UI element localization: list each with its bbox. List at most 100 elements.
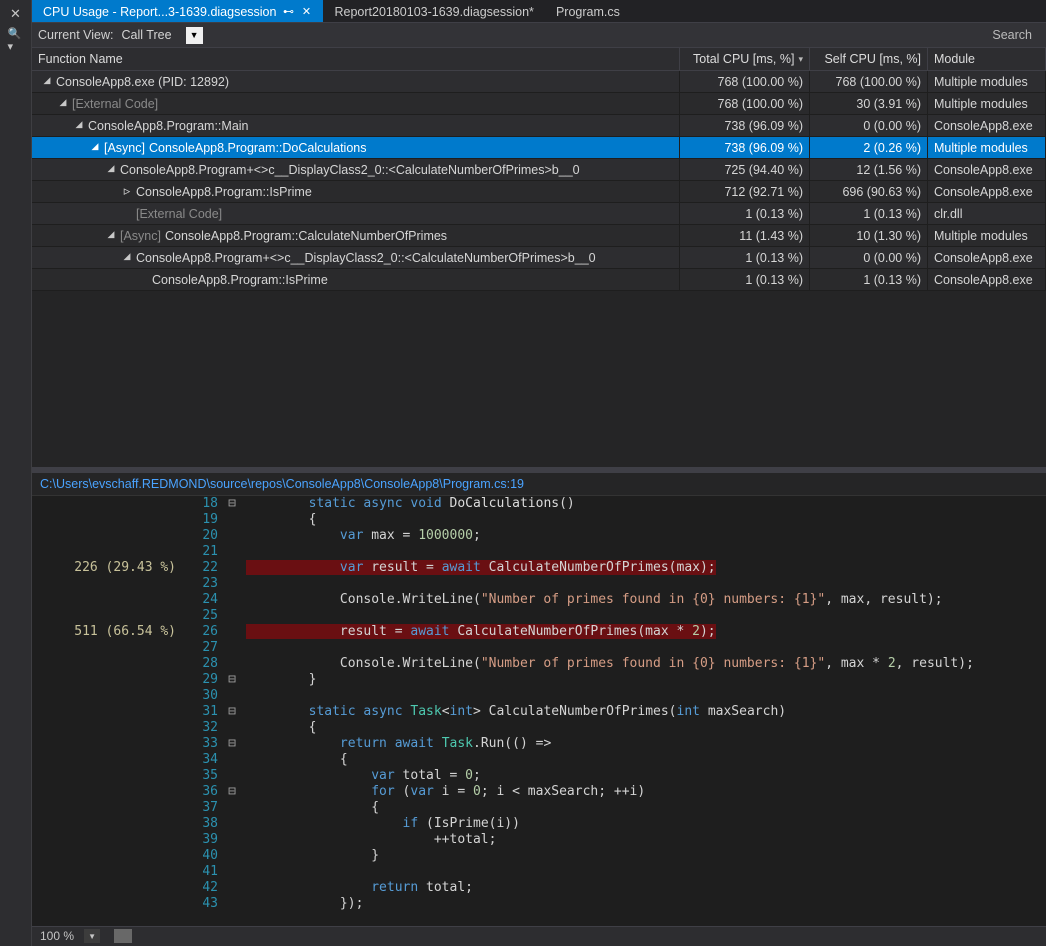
code-line[interactable]: var result = await CalculateNumberOfPrim… <box>246 560 1046 576</box>
code-line[interactable] <box>246 640 1046 656</box>
code-line[interactable]: Console.WriteLine("Number of primes foun… <box>246 656 1046 672</box>
table-row[interactable]: [Async] ConsoleApp8.Program::CalculateNu… <box>32 225 1046 247</box>
cell-c1: 738 (96.09 %) <box>680 115 810 136</box>
line-number: 37 <box>184 800 218 816</box>
code-line[interactable]: } <box>246 672 1046 688</box>
cpu-annotation <box>32 512 176 528</box>
tab-1[interactable]: Report20180103-1639.diagsession* <box>323 0 544 22</box>
code-line[interactable]: } <box>246 848 1046 864</box>
horizontal-scroll-thumb[interactable] <box>114 929 132 943</box>
col-self-cpu[interactable]: Self CPU [ms, %] <box>810 48 928 70</box>
cpu-annotation <box>32 720 176 736</box>
zoom-level[interactable]: 100 % <box>40 929 74 943</box>
line-number: 28 <box>184 656 218 672</box>
tab-0[interactable]: CPU Usage - Report...3-1639.diagsession⊷… <box>32 0 323 22</box>
cell-function: [External Code] <box>32 203 680 224</box>
cpu-annotation <box>32 592 176 608</box>
fn-name: [External Code] <box>72 97 158 111</box>
table-row[interactable]: ConsoleApp8.exe (PID: 12892)768 (100.00 … <box>32 71 1046 93</box>
close-icon[interactable]: ✕ <box>8 6 24 22</box>
chevron-down-icon[interactable]: ▼ <box>186 27 203 44</box>
code-line[interactable]: { <box>246 800 1046 816</box>
collapse-icon[interactable] <box>42 76 52 86</box>
cell-function: ConsoleApp8.exe (PID: 12892) <box>32 71 680 92</box>
code-line[interactable]: static async void DoCalculations() <box>246 496 1046 512</box>
close-icon[interactable]: ✕ <box>300 5 312 18</box>
pin-icon[interactable]: ⊷ <box>282 5 294 18</box>
grid-empty-area <box>32 291 1046 466</box>
code-line[interactable] <box>246 864 1046 880</box>
search-icon[interactable]: 🔍▾ <box>8 32 24 48</box>
table-row[interactable]: [External Code]768 (100.00 %)30 (3.91 %)… <box>32 93 1046 115</box>
table-row[interactable]: ConsoleApp8.Program::IsPrime712 (92.71 %… <box>32 181 1046 203</box>
collapse-icon[interactable] <box>74 120 84 130</box>
code-line[interactable]: static async Task<int> CalculateNumberOf… <box>246 704 1046 720</box>
code-line[interactable]: for (var i = 0; i < maxSearch; ++i) <box>246 784 1046 800</box>
table-row[interactable]: ConsoleApp8.Program+<>c__DisplayClass2_0… <box>32 247 1046 269</box>
cpu-annotation <box>32 656 176 672</box>
expand-icon[interactable] <box>122 186 132 196</box>
code-line[interactable]: if (IsPrime(i)) <box>246 816 1046 832</box>
fold-spacer <box>222 720 242 736</box>
code-line[interactable] <box>246 576 1046 592</box>
collapse-icon[interactable] <box>106 164 116 174</box>
fn-prefix: [Async] <box>104 141 145 155</box>
fold-toggle-icon[interactable]: ⊟ <box>222 672 242 688</box>
fold-spacer <box>222 864 242 880</box>
cell-function: [External Code] <box>32 93 680 114</box>
line-number: 38 <box>184 816 218 832</box>
fold-gutter: ⊟ ⊟ ⊟ ⊟ ⊟ <box>222 496 242 926</box>
fold-toggle-icon[interactable]: ⊟ <box>222 704 242 720</box>
fold-spacer <box>222 880 242 896</box>
fn-name: ConsoleApp8.Program+<>c__DisplayClass2_0… <box>120 163 580 177</box>
cell-c3: Multiple modules <box>928 225 1046 246</box>
fn-name: ConsoleApp8.Program::DoCalculations <box>149 141 366 155</box>
col-function-name[interactable]: Function Name <box>32 48 680 70</box>
fold-toggle-icon[interactable]: ⊟ <box>222 736 242 752</box>
code-line[interactable]: return await Task.Run(() => <box>246 736 1046 752</box>
table-row[interactable]: ConsoleApp8.Program+<>c__DisplayClass2_0… <box>32 159 1046 181</box>
collapse-icon[interactable] <box>106 230 116 240</box>
table-row[interactable]: ConsoleApp8.Program::IsPrime1 (0.13 %)1 … <box>32 269 1046 291</box>
cell-c2: 696 (90.63 %) <box>810 181 928 202</box>
code-line[interactable]: var total = 0; <box>246 768 1046 784</box>
code-line[interactable] <box>246 608 1046 624</box>
collapse-icon[interactable] <box>122 252 132 262</box>
code-line[interactable]: return total; <box>246 880 1046 896</box>
cpu-annotation <box>32 496 176 512</box>
fold-toggle-icon[interactable]: ⊟ <box>222 496 242 512</box>
fn-name: ConsoleApp8.Program::Main <box>88 119 249 133</box>
table-row[interactable]: ConsoleApp8.Program::Main738 (96.09 %)0 … <box>32 115 1046 137</box>
fold-spacer <box>222 896 242 912</box>
collapse-icon[interactable] <box>58 98 68 108</box>
code-line[interactable]: result = await CalculateNumberOfPrimes(m… <box>246 624 1046 640</box>
code-line[interactable] <box>246 688 1046 704</box>
cell-c1: 712 (92.71 %) <box>680 181 810 202</box>
fold-spacer <box>222 624 242 640</box>
code-line[interactable]: { <box>246 752 1046 768</box>
fold-toggle-icon[interactable]: ⊟ <box>222 784 242 800</box>
code-line[interactable]: { <box>246 512 1046 528</box>
table-row[interactable]: [Async] ConsoleApp8.Program::DoCalculati… <box>32 137 1046 159</box>
collapse-icon[interactable] <box>90 142 100 152</box>
search-input[interactable]: Search <box>992 28 1040 42</box>
chevron-down-icon[interactable]: ▼ <box>84 929 100 943</box>
code-viewer: 226 (29.43 %)511 (66.54 %) 1819202122232… <box>32 496 1046 926</box>
table-row[interactable]: [External Code]1 (0.13 %)1 (0.13 %)clr.d… <box>32 203 1046 225</box>
code-line[interactable] <box>246 544 1046 560</box>
tab-2[interactable]: Program.cs <box>545 0 631 22</box>
code-line[interactable]: }); <box>246 896 1046 912</box>
code-content[interactable]: static async void DoCalculations() { var… <box>242 496 1046 926</box>
code-line[interactable]: { <box>246 720 1046 736</box>
code-path[interactable]: C:\Users\evschaff.REDMOND\source\repos\C… <box>32 473 1046 496</box>
cell-c1: 738 (96.09 %) <box>680 137 810 158</box>
cpu-annotation <box>32 672 176 688</box>
code-line[interactable]: Console.WriteLine("Number of primes foun… <box>246 592 1046 608</box>
code-line[interactable]: ++total; <box>246 832 1046 848</box>
line-number: 40 <box>184 848 218 864</box>
code-line[interactable]: var max = 1000000; <box>246 528 1046 544</box>
col-total-cpu[interactable]: Total CPU [ms, %] <box>680 48 810 70</box>
cell-c1: 1 (0.13 %) <box>680 247 810 268</box>
col-module[interactable]: Module <box>928 48 1046 70</box>
current-view-dropdown[interactable]: Call Tree ▼ <box>122 27 203 44</box>
